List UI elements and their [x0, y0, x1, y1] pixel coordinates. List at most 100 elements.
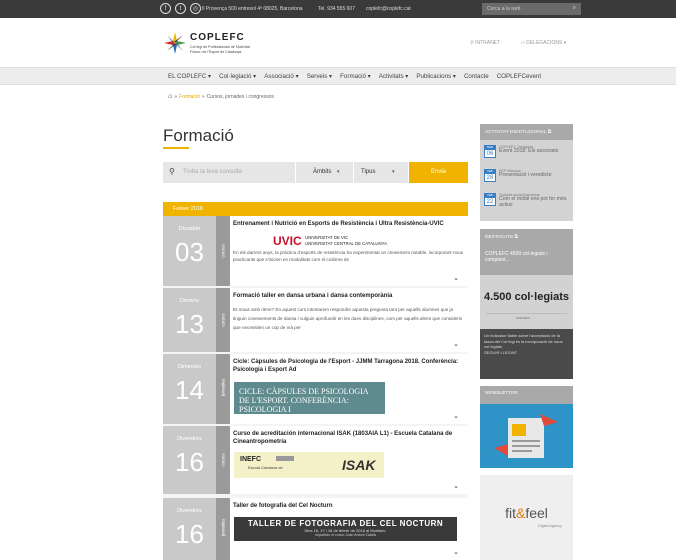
destacats-card[interactable]: 4.500 col·legiats COPLEFC	[480, 275, 573, 329]
event-banner: INEFC Escola Catalana de ISAK	[234, 452, 384, 478]
event-title[interactable]: Taller de fotografia del Cel Nocturn	[233, 503, 465, 511]
breadcrumb: ⌂ » Formació » Cursos, jornades i congre…	[168, 93, 274, 100]
destacats-text[interactable]: COPLEFC 4500 col·legiats i comptant...	[485, 251, 567, 263]
expand-chevron-icon[interactable]: ⌄	[453, 340, 459, 348]
nav-item-formacio[interactable]: Formació ▾	[340, 73, 371, 80]
chevron-down-icon: ▾	[562, 40, 567, 46]
top-bar: f t ◎ Il Provença 500 entresol 4ª 08025,…	[0, 0, 676, 18]
caret-down-icon: ▾	[337, 169, 340, 175]
site-search-input[interactable]: Cerca a la web ⌕	[482, 3, 581, 15]
event-title[interactable]: Cicle: Càpsules de Psicologia de l'Espor…	[233, 359, 465, 374]
events-list: Dissabte 03 cursos Entrenament i Nutrici…	[163, 216, 468, 560]
expand-chevron-icon[interactable]: ⌄	[453, 412, 459, 420]
expand-chevron-icon[interactable]: ⌄	[453, 482, 459, 490]
facebook-icon[interactable]: f	[160, 3, 171, 14]
isak-logo: ISAK	[342, 457, 376, 473]
nav-item-activitats[interactable]: Activitats ▾	[379, 73, 409, 80]
destacats-header[interactable]: DESTACATS ⧉	[480, 229, 573, 243]
delegacions-link[interactable]: ▱ DELEGACIONS ▾	[521, 40, 566, 46]
activitat-item-text: Presentació i veredicte	[499, 172, 552, 178]
breadcrumb-current: Cursos, jornades i congressos	[206, 93, 274, 100]
event-item[interactable]: Divendres 16 cursos Curso de acreditació…	[163, 426, 468, 494]
activitat-header[interactable]: ACTIVITAT INSTITUCIONAL ⧉	[480, 124, 573, 140]
nav-item-coplefcevent[interactable]: COPLEFCevent	[497, 73, 541, 80]
activitat-item[interactable]: FEB 22 Trobada social Barcelona Com el mò…	[484, 193, 571, 215]
social-links: f t ◎	[160, 3, 201, 14]
activitat-item[interactable]: MAR 06 COPLEFC Tarragona Event 2018. Els …	[484, 145, 571, 167]
inefc-sub: Escola Catalana de	[248, 465, 283, 470]
address-text: Il Provença 500 entresol 4ª 08025, Barce…	[202, 6, 303, 12]
activitat-item[interactable]: FEB 28 FEP Vilanova Presentació i veredic…	[484, 169, 571, 191]
destacats-description: Un indicador fiable sobre l'acceptació d…	[480, 329, 573, 379]
event-date: Dimecres 14	[163, 354, 216, 424]
nav-item-associacio[interactable]: Associació ▾	[264, 73, 298, 80]
banner-title: TALLER DE FOTOGRAFIA DEL CEL NOCTURN	[247, 519, 444, 528]
tipus-select[interactable]: Tipus ▾	[354, 162, 408, 183]
nav-item-publicacions[interactable]: Publicacions ▾	[416, 73, 456, 80]
event-category: cursos	[216, 216, 230, 286]
ambits-select[interactable]: Àmbits ▾	[296, 162, 353, 183]
month-header: Febrer 2018	[163, 202, 468, 216]
event-item[interactable]: Dissabte 03 cursos Entrenament i Nutrici…	[163, 216, 468, 286]
query-input[interactable]: ⚲ Troba la teva consulta	[163, 162, 295, 183]
inefc-logo: INEFC	[240, 456, 261, 463]
ad-subtitle: Digital Agency	[538, 524, 563, 528]
newsletter-header[interactable]: NEWSLETTER	[480, 386, 573, 400]
query-placeholder: Troba la teva consulta	[183, 169, 242, 175]
expand-chevron-icon[interactable]: ⌄	[453, 548, 459, 556]
event-title[interactable]: Formació taller en dansa urbana i dansa …	[233, 293, 465, 301]
destacats-logo: COPLEFC	[516, 316, 531, 320]
event-title[interactable]: Curso de acreditación internacional ISAK…	[233, 431, 465, 446]
instagram-icon[interactable]: ◎	[190, 3, 201, 14]
event-date: Divendres 16	[163, 426, 216, 494]
uvic-logo: UVIC UNIVERSITAT DE VIC UNIVERSITAT CENT…	[273, 234, 443, 248]
activitat-item-text: Event 2018. Els associats	[499, 148, 559, 154]
ambits-label: Àmbits	[313, 169, 332, 175]
event-item[interactable]: Dimarts 13 cursos Formació taller en dan…	[163, 288, 468, 352]
banner-info: Impartido el curso: Joan Antoni Català	[315, 533, 376, 537]
event-item[interactable]: Dimecres 14 jornades Cicle: Càpsules de …	[163, 354, 468, 424]
brand-name: COPLEFC	[190, 32, 245, 43]
newsletter-image[interactable]	[480, 404, 573, 468]
ad-banner[interactable]: fit&feel Digital Agency	[480, 475, 573, 560]
home-icon[interactable]: ⌂	[168, 93, 172, 100]
ad-logo: fit&feel	[505, 505, 548, 521]
email-link[interactable]: coplefc@coplefc.cat	[366, 6, 411, 12]
event-banner: TALLER DE FOTOGRAFIA DEL CEL NOCTURN Die…	[234, 517, 457, 541]
twitter-icon[interactable]: t	[175, 3, 186, 14]
caret-down-icon: ▾	[392, 169, 395, 175]
filter-bar: ⚲ Troba la teva consulta Àmbits ▾ Tipus …	[163, 162, 468, 183]
brand-subtitle-1: Col·legi de Professionals de l'Activitat	[190, 45, 250, 49]
event-date: Divendres 16	[163, 498, 216, 560]
event-day-number: 13	[175, 309, 204, 339]
site-logo[interactable]: COPLEFC Col·legi de Professionals de l'A…	[163, 31, 263, 59]
event-date: Dimarts 13	[163, 288, 216, 352]
calendar-icon: FEB 22	[484, 193, 496, 206]
event-item[interactable]: Divendres 16 jornades Taller de fotograf…	[163, 498, 468, 560]
breadcrumb-link-formacio[interactable]: Formació	[179, 94, 200, 100]
intranet-label: INTRANET	[475, 40, 501, 46]
nav-item-contacte[interactable]: Contacte	[464, 73, 489, 80]
intranet-link[interactable]: ⚲ INTRANET	[470, 40, 500, 46]
send-button[interactable]: Envia	[409, 162, 468, 183]
event-category: cursos	[216, 288, 230, 352]
destacats-big-number: 4.500 col·legiats	[484, 291, 569, 303]
header: COPLEFC Col·legi de Professionals de l'A…	[0, 18, 676, 68]
uvic-line-2: UNIVERSITAT CENTRAL DE CATALUNYA	[305, 241, 387, 246]
nav-item-coplefc[interactable]: EL COPLEFC ▾	[168, 73, 211, 80]
read-more-link[interactable]: SEGUIR LLEGINT	[484, 350, 517, 355]
event-category: cursos	[216, 426, 230, 494]
event-day-name: Dissabte	[178, 226, 201, 232]
page-title: Formació	[163, 126, 234, 145]
nav-item-serveis[interactable]: Serveis ▾	[307, 73, 332, 80]
site-search-placeholder: Cerca a la web	[487, 6, 521, 12]
brand-subtitle-2: Física i de l'Esport de Catalunya	[190, 50, 242, 54]
nav-item-collegiacio[interactable]: Col·legiació ▾	[219, 73, 256, 80]
search-icon[interactable]: ⌕	[573, 5, 576, 12]
event-day-number: 03	[175, 237, 204, 267]
event-day-number: 14	[175, 375, 204, 405]
activitat-item-text: Com el mòbil ens pot fer més actius	[499, 196, 567, 208]
event-title[interactable]: Entrenament i Nutrició en Esports de Res…	[233, 221, 465, 229]
event-category: jornades	[216, 498, 230, 560]
expand-chevron-icon[interactable]: ⌄	[453, 274, 459, 282]
